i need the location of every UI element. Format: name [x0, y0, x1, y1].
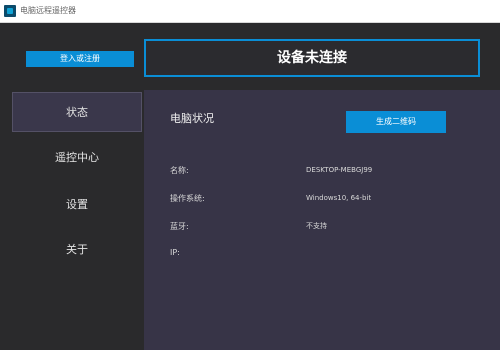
sidebar-item-settings[interactable]: 设置	[12, 185, 142, 225]
info-value-bluetooth: 不支持	[306, 222, 327, 230]
info-label-ip: IP:	[170, 248, 180, 257]
generate-qr-button[interactable]: 生成二维码	[346, 111, 446, 133]
info-value-name: DESKTOP-MEBGJ99	[306, 166, 373, 174]
window-title: 电脑远程遥控器	[20, 6, 76, 15]
sidebar-item-status[interactable]: 状态	[12, 92, 142, 132]
sidebar-item-about[interactable]: 关于	[12, 230, 142, 270]
section-title: 电脑状况	[170, 112, 214, 125]
connection-status-banner: 设备未连接	[144, 39, 480, 77]
main-panel	[144, 90, 500, 350]
title-bar: 电脑远程遥控器	[0, 0, 500, 23]
info-value-os: Windows10, 64-bit	[306, 194, 372, 202]
info-label-name: 名称:	[170, 166, 189, 175]
info-label-os: 操作系统:	[170, 194, 205, 203]
login-register-button[interactable]: 登入或注册	[26, 51, 134, 67]
sidebar-item-remote-center[interactable]: 遥控中心	[12, 138, 142, 178]
info-label-bluetooth: 蓝牙:	[170, 222, 189, 231]
app-logo-icon	[4, 5, 16, 17]
